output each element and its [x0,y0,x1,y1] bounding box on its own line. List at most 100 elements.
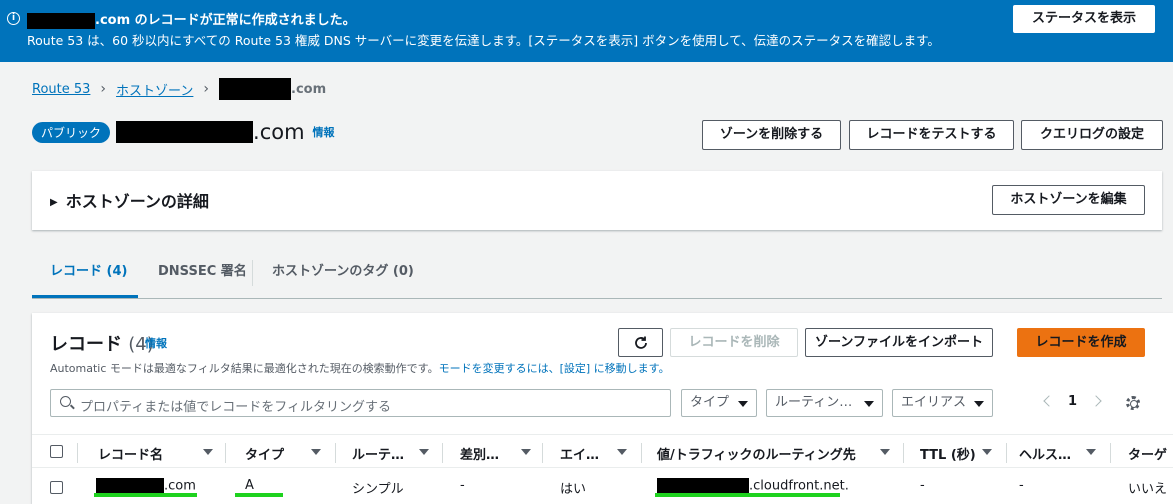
info-icon: i [7,12,20,25]
tab-divider [252,260,253,286]
caret-down-icon [864,401,874,407]
cell-type: A [245,478,254,493]
highlight-underline [94,493,197,497]
sort-icon[interactable] [617,449,627,455]
flash-message: Route 53 は、60 秒以内にすべての Route 53 権威 DNS サ… [27,33,940,48]
chevron-right-icon: › [100,81,107,97]
tab-dnssec[interactable]: DNSSEC 署名 [140,250,265,298]
sort-icon[interactable] [419,449,429,455]
routing-filter-select[interactable]: ルーティン… [766,389,883,417]
details-title: ホストゾーンの詳細 [65,192,209,211]
sort-icon[interactable] [203,449,213,455]
breadcrumb-hosted-zones[interactable]: ホストゾーン [116,80,193,99]
cell-health: - [1019,478,1024,493]
change-mode-link[interactable]: モードを変更するには、[設定] に移動します。 [439,362,670,375]
records-title: レコード (4) [50,330,154,356]
record-name-text: .com [164,478,196,494]
alias-filter-select[interactable]: エイリアス [892,389,993,417]
column-differentiator[interactable]: 差別… [460,444,499,463]
records-panel: レコード (4) 情報 Automatic モードは最適なフィルタ結果に最適化さ… [32,313,1173,504]
search-icon [60,396,71,407]
search-placeholder: プロパティまたは値でレコードをフィルタリングする [80,400,391,415]
cell-differentiator: - [460,478,465,493]
create-record-button[interactable]: レコードを作成 [1017,328,1145,357]
caret-right-icon: ▶ [50,197,58,208]
page-header: パブリック .com 情報 [32,120,335,144]
sort-icon[interactable] [521,449,531,455]
view-status-button[interactable]: ステータスを表示 [1013,5,1155,33]
sort-icon[interactable] [982,449,992,455]
column-divider [225,443,226,463]
tab-records[interactable]: レコード (4) [32,250,138,298]
test-record-button[interactable]: レコードをテストする [849,120,1014,150]
column-divider [442,443,443,463]
redacted-value [657,478,749,494]
caret-down-icon [974,401,984,407]
cell-ttl: - [920,478,925,493]
query-logging-button[interactable]: クエリログの設定 [1021,120,1163,150]
highlight-underline [235,493,283,497]
flash-title-text: .com のレコードが正常に作成されました。 [95,13,356,28]
next-page-icon[interactable] [1090,395,1102,407]
value-text: .cloudfront.net. [749,478,849,494]
column-divider [77,443,78,463]
alias-filter-label: エイリアス [901,395,967,410]
cell-routing: シンプル [352,482,404,497]
table-header: レコード名 タイプ ルーテ… 差別… エイ… 値/トラフィックのルーティング先 … [32,434,1173,468]
breadcrumb-current: .com [291,81,327,97]
row-checkbox[interactable] [50,481,63,494]
column-type[interactable]: タイプ [245,444,284,463]
column-routing[interactable]: ルーテ… [352,444,404,463]
delete-zone-button[interactable]: ゾーンを削除する [702,120,841,150]
chevron-right-icon: › [203,81,209,97]
records-description: Automatic モードは最適なフィルタ結果に最適化された現在の検索動作です。… [50,360,670,376]
records-title-text: レコード [50,334,122,355]
caret-down-icon [738,401,748,407]
column-ttl[interactable]: TTL (秒) [920,444,976,463]
info-link[interactable]: 情報 [313,124,335,140]
redacted-domain [96,478,164,494]
column-divider [641,443,642,463]
sort-icon[interactable] [311,449,321,455]
column-target[interactable]: ターゲ [1128,444,1167,463]
breadcrumb-route53[interactable]: Route 53 [32,82,90,97]
tab-tags[interactable]: ホストゾーンのタグ (0) [254,250,432,298]
import-zone-file-button[interactable]: ゾーンファイルをインポート [805,328,993,357]
page-number[interactable]: 1 [1068,394,1077,409]
page-title: .com [253,120,305,144]
column-value[interactable]: 値/トラフィックのルーティング先 [657,444,856,463]
search-input[interactable]: プロパティまたは値でレコードをフィルタリングする [50,389,671,417]
cell-value: .cloudfront.net. [657,478,849,494]
routing-filter-label: ルーティン… [775,395,853,410]
public-badge: パブリック [32,121,111,143]
delete-record-button[interactable]: レコードを削除 [670,328,798,357]
hosted-zone-details-panel: ▶ ホストゾーンの詳細 ホストゾーンを編集 [32,171,1162,230]
column-divider [1006,443,1007,463]
column-divider [542,443,543,463]
redacted-domain [116,121,254,143]
column-alias[interactable]: エイ… [560,444,599,463]
records-info-link[interactable]: 情報 [145,335,167,351]
sort-icon[interactable] [1086,449,1096,455]
details-toggle[interactable]: ▶ ホストゾーンの詳細 [50,188,209,212]
breadcrumb: Route 53 › ホストゾーン › .com [32,78,326,100]
type-filter-select[interactable]: タイプ [681,389,757,417]
type-filter-label: タイプ [690,395,730,410]
column-record-name[interactable]: レコード名 [98,444,163,463]
column-divider [903,443,904,463]
tabs: レコード (4) DNSSEC 署名 ホストゾーンのタグ (0) [32,250,1162,299]
cell-alias: はい [560,482,587,497]
redacted-domain [27,12,95,29]
previous-page-icon[interactable] [1043,395,1055,407]
highlight-underline [655,493,840,497]
column-divider [1110,443,1111,463]
edit-hosted-zone-button[interactable]: ホストゾーンを編集 [992,185,1145,215]
sort-icon[interactable] [880,449,890,455]
gear-icon[interactable] [1126,396,1140,410]
cell-target: いいえ [1128,482,1168,497]
column-health[interactable]: ヘルス… [1019,444,1071,463]
cell-record-name[interactable]: .com [96,478,196,494]
select-all-checkbox[interactable] [50,445,63,458]
column-divider [335,443,336,463]
refresh-button[interactable] [618,328,663,357]
